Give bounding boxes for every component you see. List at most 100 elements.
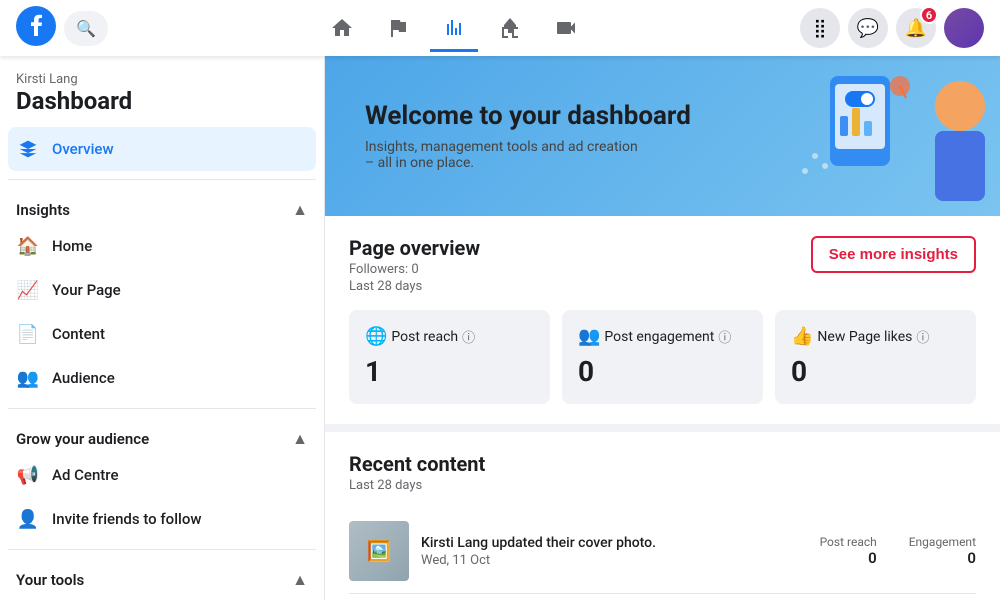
divider-1 bbox=[8, 179, 316, 180]
page-trends-icon: 📈 bbox=[16, 278, 40, 302]
content-item-info: Kirsti Lang updated their cover photo. W… bbox=[421, 535, 808, 568]
new-likes-info-icon[interactable]: ⓘ bbox=[916, 327, 929, 346]
nav-ads-btn[interactable] bbox=[486, 4, 534, 52]
grow-chevron-up-icon: ▲ bbox=[292, 429, 308, 449]
post-reach-info-icon[interactable]: ⓘ bbox=[462, 327, 475, 346]
sidebar-page-title: Dashboard bbox=[8, 87, 316, 115]
nav-center bbox=[108, 4, 800, 52]
content-icon: 📄 bbox=[16, 322, 40, 346]
hero-subtitle: Insights, management tools and ad creati… bbox=[365, 139, 645, 171]
main-layout: Kirsti Lang Dashboard Overview Insights … bbox=[0, 56, 1000, 600]
sidebar: Kirsti Lang Dashboard Overview Insights … bbox=[0, 56, 325, 600]
apps-grid-btn[interactable]: ⣿ bbox=[800, 8, 840, 48]
sidebar-item-audience[interactable]: 👥 Audience bbox=[8, 356, 316, 400]
post-reach-label: 🌐 Post reach ⓘ bbox=[365, 326, 534, 347]
post-engagement-value: 0 bbox=[578, 355, 747, 388]
recent-content-title: Recent content bbox=[349, 452, 485, 476]
search-bar[interactable]: 🔍 bbox=[64, 11, 108, 46]
invite-friends-label: Invite friends to follow bbox=[52, 510, 201, 528]
overview-info: Page overview Followers: 0 Last 28 days bbox=[349, 236, 480, 294]
sidebar-item-content[interactable]: 📄 Content bbox=[8, 312, 316, 356]
new-page-likes-value: 0 bbox=[791, 355, 960, 388]
page-overview-section: Page overview Followers: 0 Last 28 days … bbox=[325, 216, 1000, 424]
invite-friends-icon: 👤 bbox=[16, 507, 40, 531]
see-more-insights-button[interactable]: See more insights bbox=[811, 236, 976, 273]
search-icon: 🔍 bbox=[76, 19, 96, 38]
content-engagement-col: Engagement 0 bbox=[909, 535, 976, 567]
content-item: 👤 Kirsti Lang updated their profile pict… bbox=[349, 594, 976, 600]
nav-flag-btn[interactable] bbox=[374, 4, 422, 52]
sidebar-section-insights[interactable]: Insights ▲ bbox=[8, 188, 316, 224]
sidebar-item-ad-centre[interactable]: 📢 Ad Centre bbox=[8, 453, 316, 497]
content-post-reach-col: Post reach 0 bbox=[820, 535, 877, 567]
post-engagement-info-icon[interactable]: ⓘ bbox=[718, 327, 731, 346]
tools-chevron-up-icon: ▲ bbox=[292, 570, 308, 590]
nav-home-btn[interactable] bbox=[318, 4, 366, 52]
content-post-reach-value: 0 bbox=[820, 549, 877, 567]
post-reach-card: 🌐 Post reach ⓘ 1 bbox=[349, 310, 550, 404]
ad-centre-icon: 📢 bbox=[16, 463, 40, 487]
home-icon: 🏠 bbox=[16, 234, 40, 258]
section-header: Page overview Followers: 0 Last 28 days … bbox=[349, 236, 976, 294]
profile-avatar[interactable] bbox=[944, 8, 984, 48]
hero-text: Welcome to your dashboard Insights, mana… bbox=[365, 101, 691, 171]
sidebar-item-home[interactable]: 🏠 Home bbox=[8, 224, 316, 268]
content-label: Content bbox=[52, 325, 105, 343]
insights-chevron-up-icon: ▲ bbox=[292, 200, 308, 220]
sidebar-item-achievements[interactable]: 🏆 Earn achievements for creating reels bbox=[8, 594, 316, 600]
sidebar-item-invite-friends[interactable]: 👤 Invite friends to follow bbox=[8, 497, 316, 541]
divider-2 bbox=[8, 408, 316, 409]
overview-period: Last 28 days bbox=[349, 279, 480, 294]
post-engagement-label: 👥 Post engagement ⓘ bbox=[578, 326, 747, 347]
ad-centre-label: Ad Centre bbox=[52, 466, 119, 484]
page-overview-title: Page overview bbox=[349, 236, 480, 260]
audience-label: Audience bbox=[52, 369, 115, 387]
content-item-title: Kirsti Lang updated their cover photo. bbox=[421, 535, 808, 551]
sidebar-item-overview[interactable]: Overview bbox=[8, 127, 316, 171]
sidebar-section-tools[interactable]: Your tools ▲ bbox=[8, 558, 316, 594]
grow-section-label: Grow your audience bbox=[16, 430, 149, 448]
divider-3 bbox=[8, 549, 316, 550]
top-nav: 🔍 ⣿ 💬 🔔 6 bbox=[0, 0, 1000, 56]
nav-video-btn[interactable] bbox=[542, 4, 590, 52]
recent-section-header: Recent content Last 28 days bbox=[349, 452, 976, 493]
notification-badge: 6 bbox=[920, 6, 938, 24]
insights-section-label: Insights bbox=[16, 201, 70, 219]
your-page-label: Your Page bbox=[52, 281, 121, 299]
content-engagement-label: Engagement bbox=[909, 535, 976, 549]
cover-photo-thumb: 🖼️ bbox=[349, 521, 409, 581]
thumbs-up-icon: 👍 bbox=[791, 326, 813, 347]
new-page-likes-card: 👍 New Page likes ⓘ 0 bbox=[775, 310, 976, 404]
notifications-btn[interactable]: 🔔 6 bbox=[896, 8, 936, 48]
sidebar-item-your-page[interactable]: 📈 Your Page bbox=[8, 268, 316, 312]
followers-label: Followers: 0 bbox=[349, 262, 480, 277]
layers-icon bbox=[16, 137, 40, 161]
overview-label: Overview bbox=[52, 140, 114, 158]
hero-banner: Welcome to your dashboard Insights, mana… bbox=[325, 56, 1000, 216]
recent-content-section: Recent content Last 28 days 🖼️ Kirsti La… bbox=[325, 432, 1000, 600]
recent-content-period: Last 28 days bbox=[349, 478, 485, 493]
content-post-reach-label: Post reach bbox=[820, 535, 877, 549]
home-label: Home bbox=[52, 237, 92, 255]
nav-insights-btn[interactable] bbox=[430, 4, 478, 52]
post-engagement-card: 👥 Post engagement ⓘ 0 bbox=[562, 310, 763, 404]
content-engagement-value: 0 bbox=[909, 549, 976, 567]
metrics-row: 🌐 Post reach ⓘ 1 👥 Post engagement ⓘ 0 bbox=[349, 310, 976, 404]
main-content: Welcome to your dashboard Insights, mana… bbox=[325, 56, 1000, 600]
facebook-logo[interactable] bbox=[16, 6, 56, 50]
post-reach-value: 1 bbox=[365, 355, 534, 388]
people-icon: 👥 bbox=[578, 326, 600, 347]
content-item-date: Wed, 11 Oct bbox=[421, 553, 808, 568]
tools-section-label: Your tools bbox=[16, 571, 84, 589]
nav-right: ⣿ 💬 🔔 6 bbox=[800, 8, 984, 48]
content-item-metrics: Post reach 0 Engagement 0 bbox=[820, 535, 976, 567]
sidebar-section-grow[interactable]: Grow your audience ▲ bbox=[8, 417, 316, 453]
hero-illustration bbox=[650, 56, 1000, 216]
messenger-btn[interactable]: 💬 bbox=[848, 8, 888, 48]
globe-icon: 🌐 bbox=[365, 326, 387, 347]
content-item: 🖼️ Kirsti Lang updated their cover photo… bbox=[349, 509, 976, 594]
new-page-likes-label: 👍 New Page likes ⓘ bbox=[791, 326, 960, 347]
hero-title: Welcome to your dashboard bbox=[365, 101, 691, 131]
sidebar-user-name: Kirsti Lang bbox=[8, 72, 316, 87]
audience-icon: 👥 bbox=[16, 366, 40, 390]
